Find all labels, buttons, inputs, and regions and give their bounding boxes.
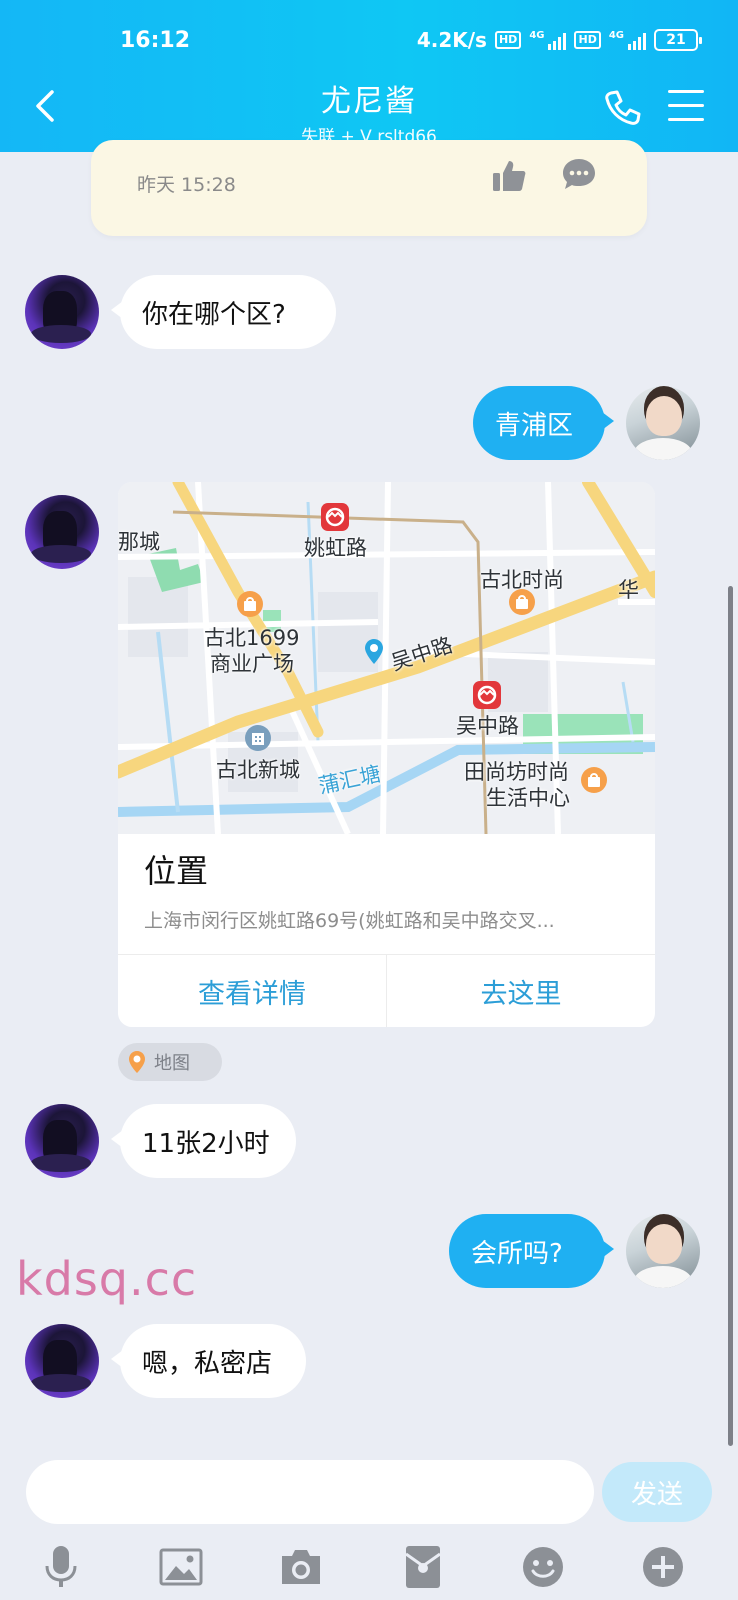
map-roads: [118, 482, 655, 834]
location-card[interactable]: 那城 姚虹路 古北1699 商业广场 古北时尚 华 吴中路 吴中路 古北新城 蒲…: [118, 482, 655, 1027]
metro-icon: [473, 681, 501, 709]
shopping-poi-icon: [509, 589, 535, 615]
watermark: kdsq.cc: [16, 1252, 198, 1306]
message-text: 11张2小时: [142, 1128, 270, 1159]
view-details-button[interactable]: 查看详情: [118, 955, 386, 1027]
map-tag-label: 地图: [154, 1053, 190, 1074]
battery-icon: 21: [654, 29, 702, 51]
message-bubble-outgoing[interactable]: 会所吗?: [449, 1214, 614, 1288]
post-time: 昨天 15:28: [137, 174, 236, 196]
input-toolbar: [0, 1544, 738, 1594]
input-area: 发送: [0, 1448, 738, 1600]
map-label: 生活中心: [486, 786, 570, 810]
message-text: 嗯，私密店: [142, 1348, 273, 1379]
avatar-contact[interactable]: [25, 275, 99, 349]
message-text: 会所吗?: [471, 1238, 563, 1269]
location-pin-icon: [365, 639, 383, 664]
message-text: 青浦区: [495, 410, 574, 441]
location-pin-icon: [129, 1051, 145, 1073]
map-label: 那城: [118, 530, 160, 554]
signal-icon-2: 4G: [609, 30, 646, 50]
mic-icon[interactable]: [38, 1544, 84, 1590]
location-actions: 查看详情 去这里: [118, 954, 655, 1027]
map-label: 吴中路: [456, 714, 519, 738]
avatar-contact[interactable]: [25, 1324, 99, 1398]
shopping-poi-icon: [581, 767, 607, 793]
signal-icon: 4G: [529, 30, 567, 50]
message-bubble-incoming[interactable]: 你在哪个区?: [111, 275, 336, 349]
hd-badge-2: HD: [574, 31, 601, 49]
avatar-self[interactable]: [626, 386, 700, 460]
message-text: 你在哪个区?: [142, 299, 286, 330]
map-preview[interactable]: 那城 姚虹路 古北1699 商业广场 古北时尚 华 吴中路 吴中路 古北新城 蒲…: [118, 482, 655, 834]
hd-badge: HD: [494, 31, 522, 49]
status-bar: 16:12 4.2K/s HD 4G HD 4G 21: [0, 22, 738, 60]
avatar-contact[interactable]: [25, 495, 99, 569]
building-poi-icon: [245, 725, 271, 751]
previous-post-card[interactable]: 昨天 15:28: [91, 140, 647, 236]
message-bubble-outgoing[interactable]: 青浦区: [473, 386, 614, 460]
message-bubble-incoming[interactable]: 嗯，私密店: [111, 1324, 306, 1398]
scrollbar[interactable]: [728, 586, 733, 1446]
comment-icon[interactable]: [561, 156, 597, 192]
emoji-icon[interactable]: [520, 1544, 566, 1590]
metro-icon: [321, 503, 349, 531]
red-packet-icon[interactable]: [400, 1544, 446, 1590]
chat-screen: 16:12 4.2K/s HD 4G HD 4G 21 尤尼酱 失联 + V r…: [0, 0, 738, 1600]
phone-call-icon[interactable]: [602, 88, 642, 128]
map-label: 古北新城: [216, 758, 300, 782]
chat-header: 16:12 4.2K/s HD 4G HD 4G 21 尤尼酱 失联 + V r…: [0, 0, 738, 152]
message-input[interactable]: [26, 1460, 594, 1524]
shopping-poi-icon: [237, 591, 263, 617]
location-address: 上海市闵行区姚虹路69号(姚虹路和吴中路交叉...: [144, 910, 555, 932]
back-button[interactable]: [28, 86, 68, 126]
map-label: 姚虹路: [304, 536, 367, 560]
send-button[interactable]: 发送: [602, 1462, 712, 1522]
network-speed: 4.2K/s: [416, 28, 487, 52]
avatar-contact[interactable]: [25, 1104, 99, 1178]
image-icon[interactable]: [158, 1544, 204, 1590]
thumbs-up-icon[interactable]: [491, 158, 527, 194]
status-time: 16:12: [120, 28, 191, 53]
map-label: 商业广场: [210, 652, 294, 676]
plus-icon[interactable]: [640, 1544, 686, 1590]
camera-icon[interactable]: [278, 1544, 324, 1590]
menu-icon[interactable]: [668, 90, 704, 124]
location-title: 位置: [144, 852, 209, 890]
status-indicators: 4.2K/s HD 4G HD 4G 21: [416, 28, 702, 52]
map-source-tag[interactable]: 地图: [118, 1043, 222, 1081]
avatar-self[interactable]: [626, 1214, 700, 1288]
map-label: 华: [618, 578, 639, 602]
navigate-here-button[interactable]: 去这里: [386, 955, 655, 1027]
message-bubble-incoming[interactable]: 11张2小时: [111, 1104, 296, 1178]
